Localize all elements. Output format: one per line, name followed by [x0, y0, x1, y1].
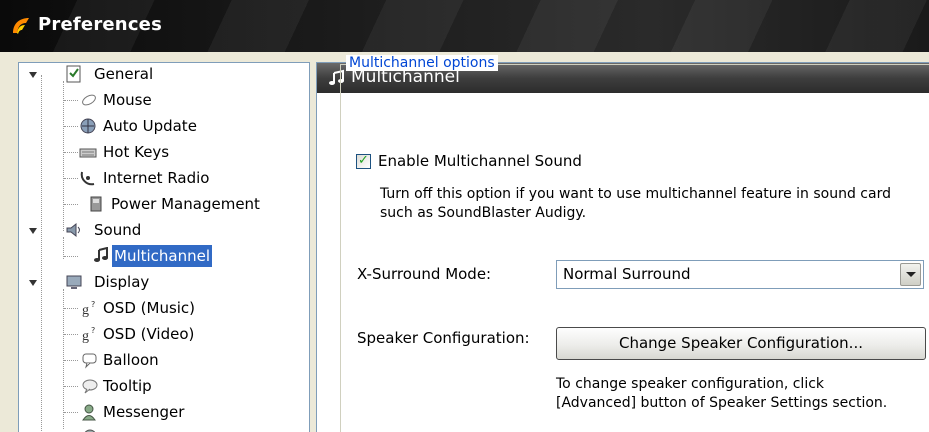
- osd-icon: g ?: [82, 326, 95, 343]
- keyboard-icon: [79, 148, 97, 158]
- item-icon: [84, 429, 96, 432]
- svg-text:?: ?: [91, 300, 95, 309]
- tooltip-icon: [82, 379, 98, 394]
- tree-item-label: Sound: [94, 221, 142, 239]
- tree-item-multichannel[interactable]: Multichannel: [19, 244, 309, 268]
- group-label: Multichannel options: [346, 55, 498, 71]
- tree-item-display[interactable]: Display: [19, 271, 309, 293]
- expand-arrow-icon[interactable]: [29, 280, 37, 286]
- tree-line: [64, 308, 78, 309]
- tree-item-osd-video[interactable]: g ? OSD (Video): [19, 323, 309, 345]
- tree-item-label: Auto Update: [103, 117, 197, 135]
- tree-line: [64, 256, 78, 257]
- x-surround-select[interactable]: Normal Surround: [556, 260, 924, 289]
- svg-text:g: g: [82, 303, 89, 317]
- tree-item-hot-keys[interactable]: Hot Keys: [19, 141, 309, 163]
- change-speaker-configuration-button[interactable]: Change Speaker Configuration...: [556, 327, 926, 360]
- description-line: Turn off this option if you want to use …: [380, 186, 891, 202]
- tree-item-label: OSD (Video): [103, 325, 195, 343]
- tree-line: [64, 360, 78, 361]
- tree-item-power-management[interactable]: Power Management: [19, 193, 309, 215]
- tree-item-label: Balloon: [103, 351, 159, 369]
- app-logo-icon: [13, 18, 29, 34]
- enable-multichannel-label[interactable]: Enable Multichannel Sound: [378, 152, 582, 170]
- tree-item-label: Mouse: [103, 91, 152, 109]
- tree-line: [64, 334, 78, 335]
- tree-line: [64, 204, 78, 205]
- svg-text:?: ?: [91, 326, 95, 335]
- enable-multichannel-checkbox[interactable]: ✓: [356, 153, 371, 169]
- satellite-dish-icon: [80, 171, 95, 186]
- preferences-tree[interactable]: General Mouse Auto Update Hot Keys Inter…: [18, 62, 310, 432]
- tree-item-osd-music[interactable]: g ? OSD (Music): [19, 297, 309, 319]
- tree-item-label: Hot Keys: [103, 143, 170, 161]
- svg-text:g: g: [82, 329, 89, 343]
- tree-item-mouse[interactable]: Mouse: [19, 89, 309, 111]
- tree-item-label: Power Management: [111, 195, 260, 213]
- tree-line: [64, 126, 78, 127]
- tree-line: [64, 386, 78, 387]
- tree-item-label: Internet Radio: [103, 169, 210, 187]
- tree-line: [64, 412, 78, 413]
- note-line: To change speaker configuration, click: [556, 376, 825, 392]
- tree-item-tooltip[interactable]: Tooltip: [19, 375, 309, 397]
- dropdown-arrow-icon[interactable]: [900, 263, 921, 286]
- tree-item-messenger[interactable]: Messenger: [19, 401, 309, 423]
- description-line: such as SoundBlaster Audigy.: [380, 205, 587, 221]
- x-surround-label: X-Surround Mode:: [357, 265, 492, 283]
- tree-line: [64, 152, 78, 153]
- tree-item-sound[interactable]: Sound: [19, 219, 309, 241]
- tree-item-label: Tooltip: [103, 377, 152, 395]
- expand-arrow-icon[interactable]: [29, 228, 37, 234]
- enable-multichannel-description: Turn off this option if you want to use …: [380, 185, 929, 223]
- speaker-configuration-label: Speaker Configuration:: [357, 329, 530, 347]
- tree-item-label: General: [94, 65, 154, 83]
- messenger-icon: [82, 404, 96, 421]
- tree-item-internet-radio[interactable]: Internet Radio: [19, 167, 309, 189]
- music-note-icon: [94, 247, 108, 262]
- tree-line: [64, 100, 78, 101]
- tree-item-auto-update[interactable]: Auto Update: [19, 115, 309, 137]
- x-surround-value: Normal Surround: [563, 265, 691, 283]
- tree-item-label: Display: [94, 273, 150, 291]
- expand-arrow-icon[interactable]: [29, 72, 37, 78]
- osd-icon: g ?: [82, 300, 95, 317]
- tree-item-label: OSD (Music): [103, 299, 196, 317]
- checklist-icon: [66, 65, 81, 83]
- tree-line: [64, 178, 78, 179]
- mouse-icon: [82, 94, 96, 106]
- monitor-icon: [66, 275, 82, 289]
- speaker-icon: [66, 222, 80, 238]
- tree-item-general[interactable]: General: [19, 63, 309, 85]
- globe-update-icon: [80, 118, 96, 134]
- balloon-icon: [82, 353, 97, 369]
- power-icon: [90, 196, 102, 212]
- tree-item-label: Messenger: [103, 403, 185, 421]
- title-bar[interactable]: Preferences: [0, 0, 929, 52]
- speaker-configuration-note: To change speaker configuration, click […: [556, 375, 926, 413]
- checkmark-icon: ✓: [358, 153, 369, 168]
- window-title: Preferences: [38, 14, 163, 35]
- tree-item-label: Multichannel: [110, 244, 214, 268]
- note-line: [Advanced] button of Speaker Settings se…: [556, 395, 888, 411]
- tree-item-balloon[interactable]: Balloon: [19, 349, 309, 371]
